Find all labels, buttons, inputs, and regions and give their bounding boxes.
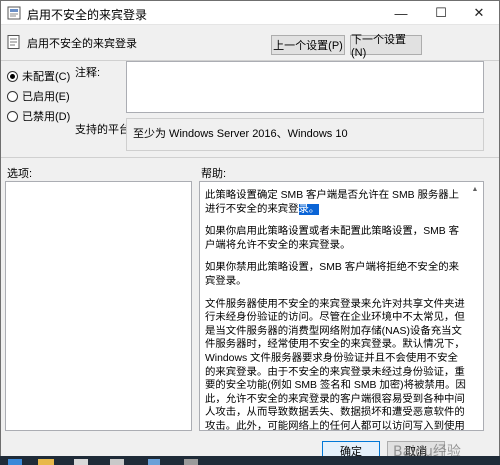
close-button[interactable]: ✕ — [459, 1, 499, 25]
help-paragraph: 此策略设置确定 SMB 客户端是否允许在 SMB 服务器上进行不安全的来宾登录。 — [205, 189, 467, 216]
previous-setting-button[interactable]: 上一个设置(P) — [271, 35, 345, 55]
folder-icon[interactable] — [38, 459, 54, 465]
radio-enabled[interactable]: 已启用(E) — [7, 88, 70, 104]
close-icon: ✕ — [473, 5, 485, 20]
supported-platforms-label: 支持的平台: — [75, 124, 134, 136]
comment-textarea[interactable] — [126, 61, 484, 113]
selected-text: 录。 — [298, 203, 320, 215]
minimize-icon: — — [394, 5, 408, 21]
policy-settings-window: 启用不安全的来宾登录 — ☐ ✕ 启用不安全的来宾登录 上一个设置(P) 下一个… — [0, 0, 500, 465]
help-text-run: 此策略设置确定 SMB 客户端是否允许在 SMB 服务器上进行不安全的来宾登 — [205, 190, 460, 215]
radio-button[interactable] — [7, 110, 18, 122]
help-label: 帮助: — [201, 168, 227, 180]
minimize-button[interactable]: — — [381, 1, 421, 25]
supported-platforms-field: 至少为 Windows Server 2016、Windows 10 — [126, 118, 484, 151]
policy-document-icon — [7, 35, 20, 49]
radio-button[interactable] — [7, 90, 18, 102]
start-icon[interactable] — [8, 459, 22, 465]
help-paragraph: 如果你启用此策略设置或者未配置此策略设置，SMB 客户端将允许不安全的来宾登录。 — [205, 226, 459, 251]
options-pane — [5, 181, 192, 431]
options-divider — [1, 157, 499, 158]
supported-platforms-value: 至少为 Windows Server 2016、Windows 10 — [133, 128, 348, 140]
settings-icon[interactable] — [110, 459, 124, 465]
radio-button[interactable] — [7, 70, 18, 82]
maximize-icon: ☐ — [435, 5, 447, 20]
help-paragraph: 文件服务器使用不安全的来宾登录来允许对共享文件夹进行未经身份验证的访问。尽管在企… — [205, 298, 466, 431]
help-paragraph: 如果你禁用此策略设置，SMB 客户端将拒绝不安全的来宾登录。 — [205, 262, 459, 287]
policy-title: 启用不安全的来宾登录 — [27, 38, 137, 50]
options-label: 选项: — [7, 168, 33, 180]
radio-label: 已禁用(D) — [22, 111, 71, 123]
radio-not-configured[interactable]: 未配置(C) — [7, 68, 70, 84]
app-icon[interactable] — [148, 459, 160, 465]
maximize-button[interactable]: ☐ — [421, 1, 461, 25]
scroll-up-arrow-icon[interactable]: ▲ — [468, 183, 482, 196]
window-title: 启用不安全的来宾登录 — [27, 8, 148, 22]
document-icon[interactable] — [74, 459, 88, 465]
help-text: 此策略设置确定 SMB 客户端是否允许在 SMB 服务器上进行不安全的来宾登录。… — [205, 189, 467, 431]
policy-app-icon — [7, 6, 21, 20]
radio-label: 已启用(E) — [22, 91, 70, 103]
radio-label: 未配置(C) — [22, 71, 71, 83]
next-setting-button[interactable]: 下一个设置(N) — [350, 34, 422, 59]
comment-label: 注释: — [75, 67, 101, 79]
help-pane[interactable]: 此策略设置确定 SMB 客户端是否允许在 SMB 服务器上进行不安全的来宾登录。… — [199, 181, 484, 431]
app-icon[interactable] — [184, 459, 198, 465]
title-bar: 启用不安全的来宾登录 — ☐ ✕ — [1, 1, 499, 25]
radio-disabled[interactable]: 已禁用(D) — [7, 108, 70, 124]
